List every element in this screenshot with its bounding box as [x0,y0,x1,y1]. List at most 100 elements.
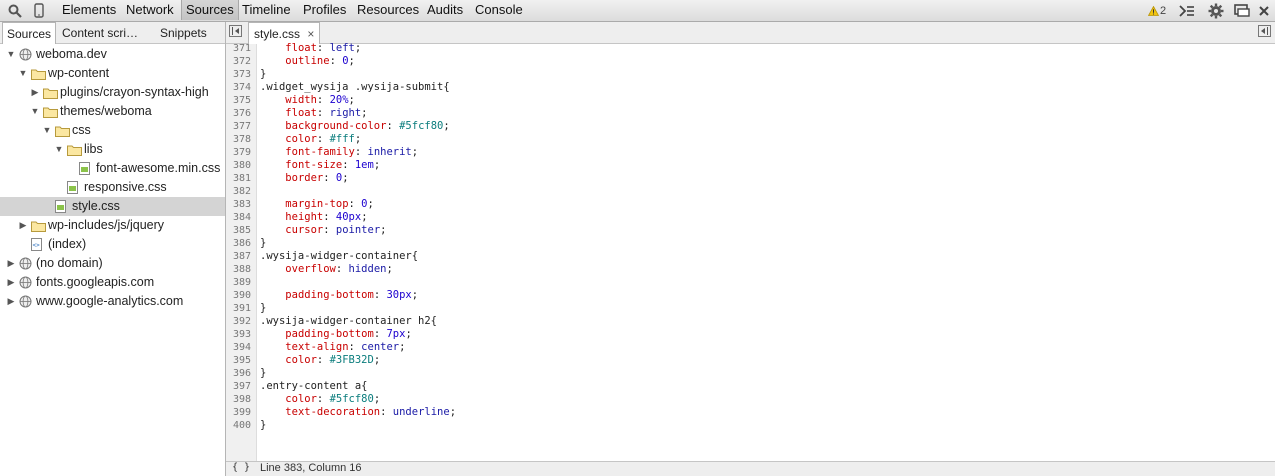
collapsed-triangle-icon[interactable]: ▶ [6,273,16,292]
pretty-print-button[interactable]: { } [232,462,250,473]
collapsed-triangle-icon[interactable]: ▶ [6,254,16,273]
tab-network[interactable]: Network [122,0,178,20]
code-line[interactable]: background-color: #5fcf80; [260,120,449,133]
code-line[interactable]: font-family: inherit; [260,146,418,159]
line-number: 380 [232,160,251,171]
close-devtools-icon[interactable] [1253,0,1275,21]
expanded-triangle-icon[interactable]: ▼ [30,102,40,121]
dock-side-icon[interactable] [1231,0,1253,21]
code-line[interactable]: float: right; [260,107,367,120]
expanded-triangle-icon[interactable]: ▼ [54,140,64,159]
collapsed-triangle-icon[interactable]: ▶ [30,83,40,102]
tree-item-label: wp-includes/js/jquery [48,218,165,232]
tree-item[interactable]: ▼ css [0,121,225,140]
collapsed-triangle-icon[interactable]: ▶ [6,292,16,311]
tree-item[interactable]: ▼ themes/weboma [0,102,225,121]
svg-text:<>: <> [33,242,41,249]
expanded-triangle-icon[interactable]: ▼ [6,45,16,64]
code-line[interactable]: } [260,237,266,250]
code-line[interactable]: padding-bottom: 7px; [260,328,411,341]
line-number: 372 [232,56,251,67]
line-number: 389 [232,277,251,288]
tab-elements[interactable]: Elements [58,0,120,20]
code-line[interactable]: } [260,68,266,81]
tree-item[interactable]: ▶ www.google-analytics.com [0,292,225,311]
code-line[interactable]: .entry-content a{ [260,380,367,393]
show-drawer-icon[interactable] [1176,0,1198,21]
expanded-triangle-icon[interactable]: ▼ [18,64,28,83]
tree-item[interactable]: <> (index) [0,235,225,254]
tab-sources[interactable]: Sources [181,0,239,20]
tree-item[interactable]: ▶ plugins/crayon-syntax-high [0,83,225,102]
editor-tab-style-css[interactable]: style.css × [248,22,321,44]
code-line[interactable]: font-size: 1em; [260,159,380,172]
warning-count: 2 [1160,4,1167,17]
device-mode-icon[interactable] [28,0,50,21]
tree-item[interactable]: ▼ libs [0,140,225,159]
code-line[interactable]: text-align: center; [260,341,405,354]
code-line[interactable]: } [260,302,266,315]
tab-profiles[interactable]: Profiles [299,0,350,20]
expanded-triangle-icon[interactable]: ▼ [42,121,52,140]
line-number: 376 [232,108,251,119]
collapsed-triangle-icon[interactable]: ▶ [18,216,28,235]
cursor-position: Line 383, Column 16 [260,462,362,474]
tree-item-label: weboma.dev [36,47,107,61]
navigator-tab-snippets[interactable]: Snippets [156,22,211,43]
code-line[interactable]: .wysija-widger-container h2{ [260,315,437,328]
close-tab-icon[interactable]: × [307,27,314,41]
tree-item[interactable]: ▼ weboma.dev [0,45,225,64]
line-number: 381 [232,173,251,184]
code-line[interactable]: } [260,419,266,432]
line-number: 397 [232,381,251,392]
settings-gear-icon[interactable] [1205,0,1227,21]
tab-resources[interactable]: Resources [353,0,423,20]
editor-tab-label: style.css [254,27,301,41]
tree-item-label: www.google-analytics.com [36,294,184,308]
line-number: 387 [232,251,251,262]
tree-item[interactable]: font-awesome.min.css [0,159,225,178]
tree-item[interactable]: ▼ wp-content [0,64,225,83]
code-line[interactable]: outline: 0; [260,55,355,68]
code-line[interactable]: height: 40px; [260,211,367,224]
code-line[interactable]: .widget_wysija .wysija-submit{ [260,81,450,94]
code-line[interactable]: color: #3FB32D; [260,354,380,367]
tree-item[interactable]: ▶ fonts.googleapis.com [0,273,225,292]
tree-item-label: css [72,123,91,137]
warnings-counter[interactable]: 2 [1148,0,1166,21]
tree-item-label: themes/weboma [60,104,152,118]
line-number-gutter: 371 372 373 374 375 376 377 378 379 380 381 382 383 3… [226,43,257,464]
code-line[interactable]: } [260,367,266,380]
code-line[interactable]: color: #fff; [260,133,361,146]
code-line[interactable]: .wysija-widger-container{ [260,250,418,263]
editor-tab-strip: style.css × [226,22,1275,44]
globe-icon [19,48,33,61]
tree-item[interactable]: responsive.css [0,178,225,197]
tree-item[interactable]: ▶ (no domain) [0,254,225,273]
tree-item[interactable]: ▶ wp-includes/js/jquery [0,216,225,235]
code-line[interactable]: border: 0; [260,172,348,185]
tree-item-label: (index) [48,237,87,251]
code-line[interactable]: float: left; [260,42,361,55]
navigator-tab-sources[interactable]: Sources [2,22,57,44]
line-number: 391 [232,303,251,314]
line-number: 379 [232,147,251,158]
code-line[interactable]: cursor: pointer; [260,224,386,237]
tab-timeline[interactable]: Timeline [238,0,295,20]
code-line[interactable]: text-decoration: underline; [260,406,456,419]
code-line[interactable]: color: #5fcf80; [260,393,380,406]
folder-icon [31,219,46,232]
code-line[interactable]: padding-bottom: 30px; [260,289,418,302]
tab-console[interactable]: Console [471,0,527,20]
navigator-tab-content-scripts[interactable]: Content scri… [58,22,142,43]
code-line[interactable]: overflow: hidden; [260,263,393,276]
toggle-navigator-icon[interactable] [229,25,242,37]
code-line[interactable]: width: 20%; [260,94,355,107]
tree-item[interactable]: style.css [0,197,225,216]
code-line[interactable]: margin-top: 0; [260,198,374,211]
search-icon[interactable] [4,0,26,21]
tab-audits[interactable]: Audits [423,0,467,20]
css-file-icon [79,162,93,175]
line-number: 375 [232,95,251,106]
toggle-debugger-icon[interactable] [1258,25,1271,37]
